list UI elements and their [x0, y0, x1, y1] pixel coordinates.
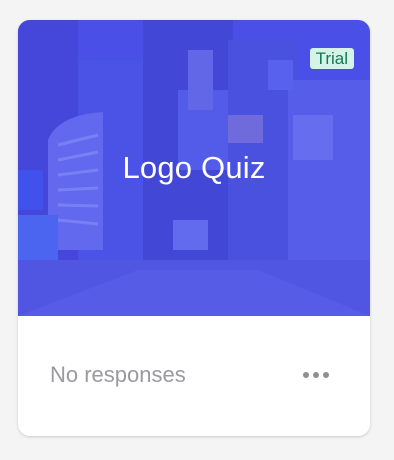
trial-badge: Trial: [309, 48, 354, 69]
responses-count: No responses: [50, 362, 186, 387]
quiz-title: Logo Quiz: [122, 150, 266, 185]
quiz-card[interactable]: Logo Quiz Trial No responses: [18, 20, 370, 436]
more-options-button[interactable]: [296, 358, 336, 392]
card-footer: No responses: [18, 316, 370, 436]
more-horizontal-icon: [303, 372, 329, 378]
quiz-cover[interactable]: Logo Quiz Trial: [18, 20, 370, 316]
